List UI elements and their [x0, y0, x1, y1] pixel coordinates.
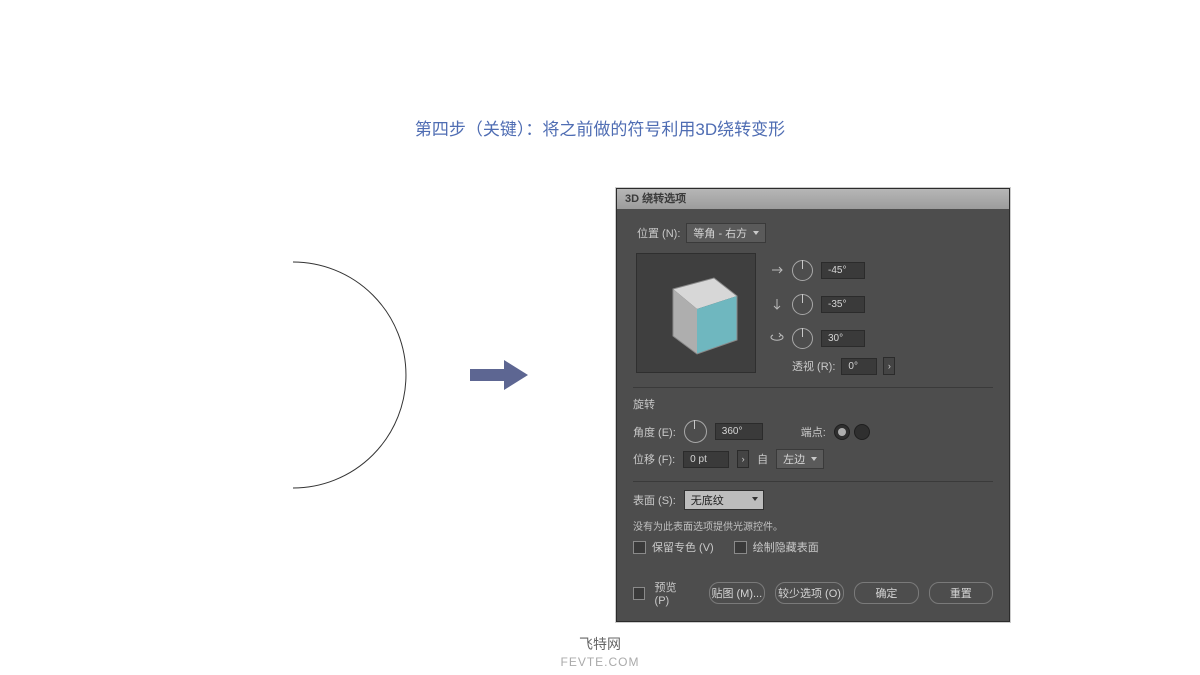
- cap-on[interactable]: [834, 424, 850, 440]
- preview-label: 预览 (P): [655, 579, 689, 607]
- dialog-title: 3D 绕转选项: [617, 189, 1009, 209]
- from-value: 左边: [783, 451, 805, 467]
- surface-select[interactable]: 无底纹: [684, 490, 764, 510]
- map-art-button[interactable]: 贴图 (M)...: [709, 582, 765, 604]
- draw-hidden-label: 绘制隐藏表面: [753, 539, 819, 555]
- 3d-revolve-dialog: 3D 绕转选项 位置 (N): 等角 - 右方: [616, 188, 1010, 622]
- divider: [633, 481, 993, 482]
- fewer-options-button[interactable]: 较少选项 (O): [775, 582, 845, 604]
- watermark-url: FEVTE.COM: [0, 655, 1200, 669]
- surface-label: 表面 (S):: [633, 492, 676, 508]
- angle-label: 角度 (E):: [633, 424, 676, 440]
- cap-options: [834, 424, 870, 440]
- from-label: 自: [757, 451, 768, 467]
- revolve-angle-input[interactable]: 360°: [715, 423, 763, 440]
- surface-value: 无底纹: [691, 495, 724, 507]
- position-dropdown[interactable]: 等角 - 右方: [686, 223, 766, 243]
- position-value: 等角 - 右方: [693, 225, 747, 241]
- page-title: 第四步（关键）：将之前做的符号利用3D绕转变形: [0, 115, 1200, 140]
- angle-z-input[interactable]: 30°: [821, 330, 865, 347]
- chevron-down-icon: [752, 497, 758, 501]
- position-label: 位置 (N):: [637, 225, 680, 241]
- arrow-icon: [470, 358, 528, 392]
- revolve-angle-dial[interactable]: [684, 420, 707, 443]
- offset-stepper[interactable]: ›: [737, 450, 749, 468]
- surface-note: 没有为此表面选项提供光源控件。: [633, 518, 993, 533]
- angle-x-dial[interactable]: [792, 260, 813, 281]
- source-arc: [285, 260, 415, 495]
- revolve-header: 旋转: [633, 396, 993, 412]
- offset-label: 位移 (F):: [633, 451, 675, 467]
- perspective-input[interactable]: 0°: [841, 358, 877, 375]
- ok-button[interactable]: 确定: [854, 582, 918, 604]
- reset-button[interactable]: 重置: [929, 582, 993, 604]
- divider: [633, 387, 993, 388]
- axis-x-icon: [770, 263, 784, 277]
- orientation-cube[interactable]: [636, 253, 756, 373]
- perspective-label: 透视 (R):: [792, 358, 835, 374]
- watermark-brand: 飞特网: [0, 634, 1200, 654]
- draw-hidden-checkbox[interactable]: [734, 541, 747, 554]
- preserve-spot-label: 保留专色 (V): [652, 539, 714, 555]
- cap-off[interactable]: [854, 424, 870, 440]
- axis-y-icon: [770, 297, 784, 311]
- cap-label: 端点:: [801, 424, 826, 440]
- angle-y-dial[interactable]: [792, 294, 813, 315]
- from-dropdown[interactable]: 左边: [776, 449, 824, 469]
- preview-checkbox[interactable]: [633, 587, 645, 600]
- perspective-stepper[interactable]: ›: [883, 357, 895, 375]
- axis-z-icon: [770, 331, 784, 345]
- angle-y-input[interactable]: -35°: [821, 296, 865, 313]
- angle-z-dial[interactable]: [792, 328, 813, 349]
- chevron-down-icon: [811, 457, 817, 461]
- angle-x-input[interactable]: -45°: [821, 262, 865, 279]
- offset-input[interactable]: 0 pt: [683, 451, 729, 468]
- preserve-spot-checkbox[interactable]: [633, 541, 646, 554]
- chevron-down-icon: [753, 231, 759, 235]
